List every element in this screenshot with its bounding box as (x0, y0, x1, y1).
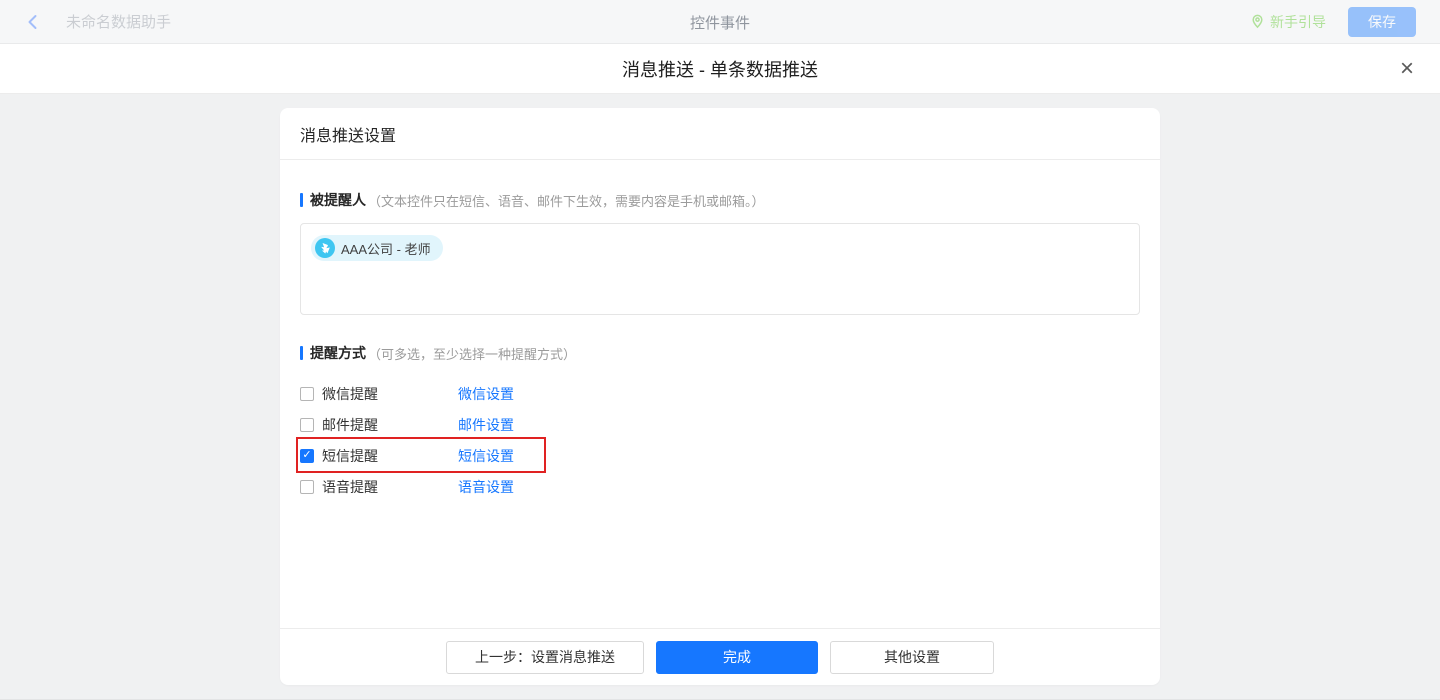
close-icon[interactable]: × (1400, 57, 1414, 81)
option-row-wechat: 微信提醒 微信设置 (300, 378, 860, 409)
voice-label: 语音提醒 (322, 477, 458, 497)
option-row-voice: 语音提醒 语音设置 (300, 471, 860, 502)
section-marker (300, 193, 303, 207)
method-section-header: 提醒方式 （可多选，至少选择一种提醒方式） (300, 343, 1140, 363)
email-checkbox[interactable] (300, 418, 314, 432)
other-settings-button[interactable]: 其他设置 (830, 641, 994, 674)
modal-header: 消息推送 - 单条数据推送 × (0, 44, 1440, 94)
recipient-section-header: 被提醒人 （文本控件只在短信、语音、邮件下生效，需要内容是手机或邮箱。） (300, 190, 1140, 210)
back-chevron-icon[interactable] (24, 13, 42, 31)
recipient-tag-label: AAA公司 - 老师 (341, 239, 431, 258)
location-pin-icon (1250, 14, 1265, 29)
modal-title: 消息推送 - 单条数据推送 (622, 56, 818, 82)
previous-step-button[interactable]: 上一步：设置消息推送 (446, 641, 644, 674)
settings-card: 消息推送设置 被提醒人 （文本控件只在短信、语音、邮件下生效，需要内容是手机或邮… (280, 108, 1160, 685)
email-label: 邮件提醒 (322, 415, 458, 435)
method-section-note: （可多选，至少选择一种提醒方式） (368, 344, 576, 363)
email-settings-link[interactable]: 邮件设置 (458, 415, 514, 435)
voice-settings-link[interactable]: 语音设置 (458, 477, 514, 497)
card-title: 消息推送设置 (280, 108, 1160, 160)
method-options-list: 微信提醒 微信设置 邮件提醒 邮件设置 ✓ 短信提醒 短信设置 (300, 378, 1140, 502)
voice-checkbox[interactable] (300, 480, 314, 494)
wechat-label: 微信提醒 (322, 384, 458, 404)
recipient-section-label: 被提醒人 (310, 190, 366, 210)
recipient-section-note: （文本控件只在短信、语音、邮件下生效，需要内容是手机或邮箱。） (368, 191, 765, 210)
app-topbar: 未命名数据助手 新手引导 保存 控件事件 (0, 0, 1440, 44)
done-button[interactable]: 完成 (656, 641, 818, 674)
method-section-label: 提醒方式 (310, 343, 366, 363)
option-row-email: 邮件提醒 邮件设置 (300, 409, 860, 440)
sms-checkbox[interactable]: ✓ (300, 449, 314, 463)
beginner-guide-label: 新手引导 (1270, 12, 1326, 32)
beginner-guide-button[interactable]: 新手引导 (1250, 12, 1326, 32)
sms-settings-link[interactable]: 短信设置 (458, 446, 514, 466)
wechat-settings-link[interactable]: 微信设置 (458, 384, 514, 404)
recipient-input[interactable]: AAA公司 - 老师 (300, 223, 1140, 315)
option-row-sms: ✓ 短信提醒 短信设置 (300, 440, 860, 471)
recipient-tag[interactable]: AAA公司 - 老师 (311, 235, 443, 261)
wechat-checkbox[interactable] (300, 387, 314, 401)
save-button[interactable]: 保存 (1348, 7, 1416, 37)
message-push-modal: 消息推送 - 单条数据推送 × 消息推送设置 被提醒人 （文本控件只在短信、语音… (0, 44, 1440, 700)
section-marker (300, 346, 303, 360)
assistant-title: 未命名数据助手 (66, 11, 171, 32)
sms-label: 短信提醒 (322, 446, 458, 466)
card-footer: 上一步：设置消息推送 完成 其他设置 (280, 628, 1160, 685)
dingtalk-contact-icon (315, 238, 335, 258)
